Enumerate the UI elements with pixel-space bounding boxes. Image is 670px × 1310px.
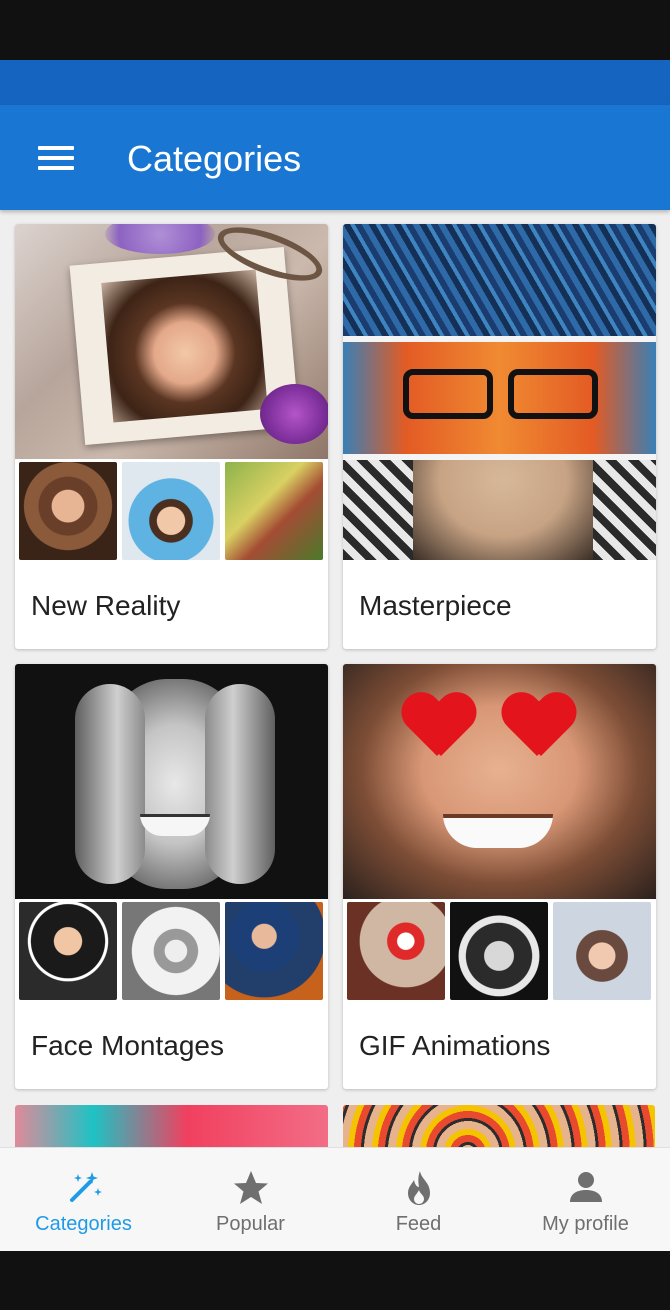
nav-item-categories[interactable]: Categories bbox=[0, 1148, 167, 1252]
thumbnail-row bbox=[15, 459, 328, 562]
category-label: GIF Animations bbox=[359, 1030, 551, 1061]
thumbnail-image bbox=[122, 902, 220, 1000]
heart-icon bbox=[401, 694, 473, 758]
category-cover-image bbox=[15, 664, 328, 899]
category-label: Masterpiece bbox=[359, 590, 512, 621]
thumbnail-image bbox=[19, 902, 117, 1000]
art-strip bbox=[343, 460, 656, 560]
category-cover-image bbox=[15, 224, 328, 459]
status-bar bbox=[0, 60, 670, 105]
category-card-masterpiece[interactable]: Masterpiece bbox=[343, 224, 656, 649]
category-card-new-reality[interactable]: New Reality bbox=[15, 224, 328, 649]
category-card-face-montages[interactable]: Face Montages bbox=[15, 664, 328, 1089]
thumbnail-image bbox=[347, 902, 445, 1000]
thumbnail-image bbox=[19, 462, 117, 560]
app-bar: Categories bbox=[0, 105, 670, 210]
thumbnail-row bbox=[343, 899, 656, 1002]
smile-illustration bbox=[140, 814, 210, 836]
system-navigation-bar bbox=[0, 1251, 670, 1310]
person-icon bbox=[569, 1172, 602, 1202]
flower-decoration bbox=[105, 224, 215, 254]
nav-item-feed[interactable]: Feed bbox=[335, 1148, 502, 1252]
nav-item-my-profile[interactable]: My profile bbox=[502, 1148, 669, 1252]
thumbnail-image bbox=[553, 902, 651, 1000]
portrait-photo bbox=[101, 269, 268, 423]
heart-icon bbox=[501, 694, 573, 758]
art-strip bbox=[343, 224, 656, 336]
flower-decoration bbox=[260, 384, 328, 444]
thumbnail-image bbox=[225, 902, 323, 1000]
flame-icon bbox=[407, 1171, 430, 1205]
category-cover-image bbox=[343, 664, 656, 899]
beard-illustration bbox=[413, 460, 593, 560]
thumbnail-image bbox=[450, 902, 548, 1000]
nav-label: Popular bbox=[216, 1213, 285, 1235]
magic-wand-icon bbox=[69, 1172, 102, 1202]
category-card-partial[interactable] bbox=[15, 1105, 328, 1147]
glasses-illustration bbox=[403, 369, 603, 419]
bottom-navigation: Categories Popular Feed My profile bbox=[0, 1147, 670, 1251]
nav-label: My profile bbox=[542, 1213, 629, 1235]
thumbnail-image bbox=[225, 462, 323, 560]
star-icon bbox=[233, 1171, 268, 1204]
smile-illustration bbox=[443, 814, 553, 848]
hamburger-menu-icon[interactable] bbox=[28, 135, 84, 181]
hand-illustration bbox=[205, 684, 275, 884]
nav-item-popular[interactable]: Popular bbox=[167, 1148, 334, 1252]
category-label: Face Montages bbox=[31, 1030, 224, 1061]
category-label: New Reality bbox=[31, 590, 181, 621]
category-card-gif-animations[interactable]: GIF Animations bbox=[343, 664, 656, 1089]
thumbnail-image bbox=[122, 462, 220, 560]
page-title: Categories bbox=[127, 138, 302, 179]
hand-illustration bbox=[75, 684, 145, 884]
category-card-partial[interactable] bbox=[343, 1105, 655, 1147]
category-cover-image bbox=[343, 224, 656, 560]
nav-label: Categories bbox=[35, 1213, 132, 1235]
thumbnail-row bbox=[15, 899, 328, 1002]
system-top-bar bbox=[0, 0, 670, 60]
categories-grid: New Reality Masterpiece Face Montages GI… bbox=[0, 210, 670, 1147]
nav-label: Feed bbox=[395, 1213, 442, 1235]
